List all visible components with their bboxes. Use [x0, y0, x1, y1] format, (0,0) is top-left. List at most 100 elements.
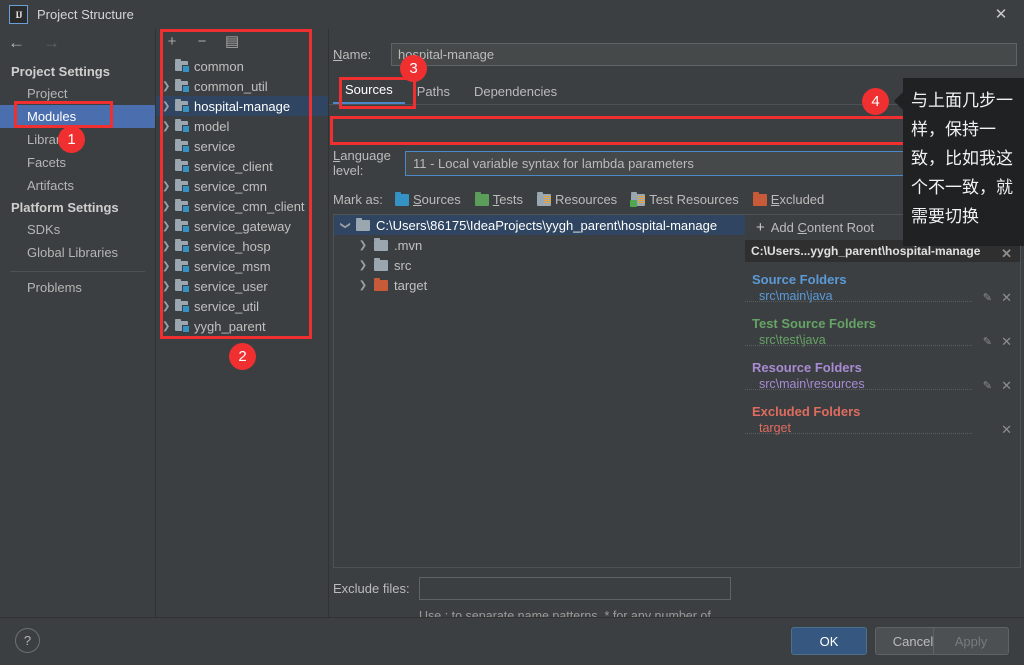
module-folder-icon	[175, 279, 190, 293]
mark-as-label: Mark as:	[333, 192, 383, 207]
module-folder-icon	[175, 319, 190, 333]
help-icon[interactable]: ?	[15, 628, 40, 653]
add-module-icon[interactable]: +	[165, 34, 179, 49]
chevron-right-icon[interactable]: ❯	[162, 221, 175, 232]
sidebar-divider	[10, 271, 145, 272]
folder-entry[interactable]: src\test\java ✎ ✕	[745, 331, 1020, 350]
chevron-right-icon[interactable]: ❯	[162, 181, 175, 192]
mark-as-test-resources-button[interactable]: Test Resources	[630, 191, 739, 207]
module-row[interactable]: ❯ service_msm	[156, 256, 328, 276]
module-row[interactable]: ❯ service_user	[156, 276, 328, 296]
module-label: service_hosp	[194, 238, 271, 254]
chevron-right-icon[interactable]: ❯	[162, 81, 175, 92]
module-row[interactable]: ❯service_client	[156, 156, 328, 176]
modules-column: + − ▤ ❯common❯common_util❯hospital-manag…	[156, 29, 329, 617]
chevron-right-icon[interactable]: ❯	[162, 201, 175, 212]
tab-dependencies[interactable]: Dependencies	[462, 81, 569, 104]
folder-entry[interactable]: src\main\java ✎ ✕	[745, 287, 1020, 306]
sidebar-item-global-libraries[interactable]: Global Libraries	[0, 241, 155, 264]
folder-entry[interactable]: target ✕	[745, 419, 1020, 438]
tab-sources[interactable]: Sources	[333, 79, 405, 104]
module-folder-icon	[175, 199, 190, 213]
close-icon[interactable]: ✕	[978, 0, 1024, 28]
remove-folder-icon[interactable]: ✕	[1001, 288, 1012, 307]
test-resources-folder-icon	[630, 191, 646, 207]
exclude-files-input[interactable]	[419, 577, 731, 600]
sidebar-item-problems[interactable]: Problems	[0, 276, 155, 299]
tests-folder-icon	[474, 191, 489, 206]
module-row[interactable]: ❯ yygh_parent	[156, 316, 328, 336]
content-tree-row[interactable]: ❯ target	[334, 275, 746, 295]
mark-as-test-resources-label: Test Resources	[649, 192, 739, 207]
back-arrow-icon[interactable]: ←	[8, 34, 25, 51]
folder-entry[interactable]: src\main\resources ✎ ✕	[745, 375, 1020, 394]
copy-module-icon[interactable]: ▤	[225, 34, 239, 49]
module-folder-icon	[175, 59, 190, 73]
module-row[interactable]: ❯ service_cmn_client	[156, 196, 328, 216]
chevron-down-icon[interactable]: ❯	[340, 214, 351, 236]
module-row[interactable]: ❯ service_hosp	[156, 236, 328, 256]
mark-as-tests-button[interactable]: Tests	[474, 191, 523, 207]
remove-folder-icon[interactable]: ✕	[1001, 376, 1012, 395]
forward-arrow-icon[interactable]: →	[43, 34, 60, 51]
edit-icon[interactable]: ✎	[983, 289, 992, 308]
sidebar-item-modules[interactable]: Modules	[0, 105, 155, 128]
edit-icon[interactable]: ✎	[983, 377, 992, 396]
modules-toolbar: + − ▤	[156, 29, 328, 53]
edit-icon[interactable]: ✎	[983, 333, 992, 352]
module-row[interactable]: ❯ common_util	[156, 76, 328, 96]
apply-button[interactable]: Apply	[933, 627, 1009, 655]
module-row[interactable]: ❯ service_util	[156, 296, 328, 316]
sidebar-item-artifacts[interactable]: Artifacts	[0, 174, 155, 197]
ok-button[interactable]: OK	[791, 627, 867, 655]
chevron-right-icon[interactable]: ❯	[162, 281, 175, 292]
module-row[interactable]: ❯service	[156, 136, 328, 156]
chevron-right-icon[interactable]: ❯	[162, 241, 175, 252]
chevron-right-icon[interactable]: ❯	[352, 240, 374, 251]
content-root-tree: ❯ C:\Users\86175\IdeaProjects\yygh_parent…	[333, 214, 747, 568]
folder-icon	[356, 217, 370, 231]
annotation-badge-2: 2	[229, 343, 256, 370]
chevron-right-icon[interactable]: ❯	[162, 321, 175, 332]
content-tree-row[interactable]: ❯ src	[334, 255, 746, 275]
navigation-arrows: ← →	[8, 34, 60, 51]
sidebar-item-project[interactable]: Project	[0, 82, 155, 105]
module-label: service_cmn	[194, 178, 267, 194]
remove-content-root-icon[interactable]: ✕	[1001, 243, 1012, 265]
module-label: service	[194, 138, 236, 154]
tooltip-tail-icon	[894, 92, 903, 110]
remove-module-icon[interactable]: −	[195, 34, 209, 49]
window-title: Project Structure	[37, 7, 134, 22]
mark-as-excluded-button[interactable]: Excluded	[752, 191, 824, 207]
module-folder-icon	[175, 239, 190, 253]
sources-folder-icon	[395, 191, 409, 206]
tab-paths[interactable]: Paths	[405, 81, 462, 104]
sidebar-item-facets[interactable]: Facets	[0, 151, 155, 174]
sidebar-item-sdks[interactable]: SDKs	[0, 218, 155, 241]
module-row[interactable]: ❯ service_gateway	[156, 216, 328, 236]
folder-icon	[374, 257, 388, 271]
mark-as-sources-button[interactable]: Sources	[395, 191, 461, 207]
chevron-right-icon[interactable]: ❯	[162, 301, 175, 312]
module-row[interactable]: ❯ hospital-manage	[156, 96, 328, 116]
exclude-files-row: Exclude files:	[333, 577, 731, 600]
remove-folder-icon[interactable]: ✕	[1001, 420, 1012, 439]
module-folder-icon	[175, 119, 190, 133]
module-name-input[interactable]: hospital-manage	[391, 43, 1017, 66]
content-root-path-text: C:\Users...yygh_parent\hospital-manage	[751, 244, 981, 258]
chevron-right-icon[interactable]: ❯	[162, 101, 175, 112]
chevron-right-icon[interactable]: ❯	[352, 280, 374, 291]
module-row[interactable]: ❯ service_cmn	[156, 176, 328, 196]
remove-folder-icon[interactable]: ✕	[1001, 332, 1012, 351]
mark-as-resources-button[interactable]: Resources	[537, 191, 617, 207]
chevron-right-icon[interactable]: ❯	[162, 121, 175, 132]
chevron-right-icon[interactable]: ❯	[352, 260, 374, 271]
module-row[interactable]: ❯ model	[156, 116, 328, 136]
module-label: model	[194, 118, 230, 134]
chevron-right-icon[interactable]: ❯	[162, 261, 175, 272]
folder-group-title: Excluded Folders	[752, 404, 861, 419]
module-row[interactable]: ❯common	[156, 56, 328, 76]
content-tree-row[interactable]: ❯ .mvn	[334, 235, 746, 255]
exclude-files-label: Exclude files:	[333, 581, 410, 596]
content-tree-row[interactable]: ❯ C:\Users\86175\IdeaProjects\yygh_parent…	[334, 215, 746, 235]
